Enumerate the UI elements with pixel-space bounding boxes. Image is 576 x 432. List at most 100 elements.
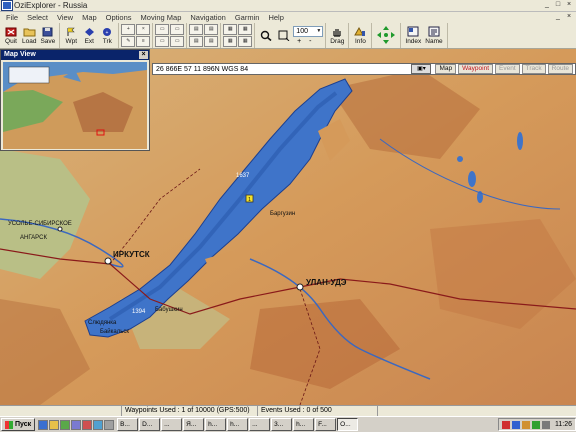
quit-button[interactable]: Quit bbox=[2, 23, 20, 48]
quick-launch-folder-icon[interactable] bbox=[49, 419, 60, 430]
taskbar: Пуск B... D... ... Я... h... h... ... 3.… bbox=[0, 416, 576, 432]
mode-track-button[interactable]: Track bbox=[521, 64, 546, 74]
menu-select[interactable]: Select bbox=[27, 13, 48, 22]
name-tools[interactable]: ▤ ▤ ▤ ▤ bbox=[189, 24, 219, 47]
mode-map-button[interactable]: Map bbox=[435, 64, 457, 74]
start-button[interactable]: Пуск bbox=[1, 418, 36, 431]
mode-waypoint-button[interactable]: Waypoint bbox=[458, 64, 493, 74]
ozi-window: { "window": { "title": "OziExplorer - Ru… bbox=[0, 0, 576, 432]
task-button[interactable]: ... bbox=[161, 418, 183, 431]
menu-navigation[interactable]: Navigation bbox=[190, 13, 225, 22]
save-button[interactable]: Save bbox=[38, 23, 57, 48]
route-edit-icon[interactable]: ✎ bbox=[121, 36, 136, 47]
route-add-icon[interactable]: + bbox=[121, 24, 136, 35]
layer-wpt-icon[interactable]: ▦ bbox=[223, 24, 238, 35]
move-arrows-button[interactable] bbox=[374, 23, 398, 48]
menu-map[interactable]: Map bbox=[82, 13, 97, 22]
drag-button[interactable]: Drag bbox=[328, 23, 346, 48]
quick-launch-app-icon[interactable] bbox=[71, 419, 82, 430]
clock[interactable]: 11:26 bbox=[555, 421, 572, 428]
quick-launch-app2-icon[interactable] bbox=[82, 419, 93, 430]
close-button[interactable]: × bbox=[564, 1, 574, 10]
track-clear-icon[interactable]: ▭ bbox=[170, 24, 185, 35]
menu-garmin[interactable]: Garmin bbox=[235, 13, 260, 22]
mode-route-button[interactable]: Route bbox=[547, 64, 573, 74]
quick-launch-ie-icon[interactable] bbox=[38, 419, 49, 430]
depth-label-2: 1637 bbox=[236, 173, 250, 179]
track-show-icon[interactable]: ▭ bbox=[155, 24, 170, 35]
trk-label: Trk bbox=[102, 38, 112, 45]
task-button-active[interactable]: O... bbox=[337, 418, 359, 431]
name-button[interactable]: Name bbox=[423, 23, 444, 48]
layer-tools[interactable]: ▦ ▦ ▦ ▦ bbox=[223, 24, 253, 47]
menu-view[interactable]: View bbox=[57, 13, 73, 22]
task-button[interactable]: Я... bbox=[183, 418, 205, 431]
layer-rte-icon[interactable]: ▦ bbox=[238, 36, 253, 47]
tray-keyboard-icon[interactable] bbox=[512, 420, 520, 429]
map-view-close-button[interactable]: × bbox=[139, 51, 148, 59]
layer-evt-icon[interactable]: ▦ bbox=[238, 24, 253, 35]
ozi-app-icon bbox=[1, 0, 13, 11]
name-list-icon[interactable]: ▤ bbox=[204, 36, 219, 47]
quick-launch-desktop-icon[interactable] bbox=[60, 419, 71, 430]
name-hide-icon[interactable]: ▤ bbox=[204, 24, 219, 35]
tray-app-icon[interactable] bbox=[522, 420, 530, 429]
folder-icon bbox=[23, 26, 36, 37]
task-button[interactable]: ... bbox=[249, 418, 271, 431]
start-label: Пуск bbox=[15, 421, 32, 428]
zoom-tool-button[interactable] bbox=[257, 23, 275, 48]
doc-close-button[interactable]: × bbox=[564, 13, 574, 22]
zoom-plus-minus[interactable]: +- bbox=[297, 38, 319, 45]
layer-trk-icon[interactable]: ▦ bbox=[223, 36, 238, 47]
route-list-icon[interactable]: ≡ bbox=[136, 36, 151, 47]
usolye-marker bbox=[57, 226, 63, 232]
task-button[interactable]: h... bbox=[205, 418, 227, 431]
events-used: Events Used : 0 of 500 bbox=[258, 406, 378, 416]
waypoint-button[interactable]: Wpt bbox=[62, 23, 80, 48]
name-icon bbox=[427, 26, 440, 37]
track-tools[interactable]: ▭ ▭ ▭ ▭ bbox=[155, 24, 185, 47]
doc-minimize-button[interactable]: _ bbox=[553, 13, 563, 22]
zoom-box: 100 +- bbox=[293, 26, 324, 45]
name-label: Name bbox=[425, 38, 443, 45]
event-button[interactable]: Ext bbox=[80, 23, 98, 48]
tray-antivirus-icon[interactable] bbox=[502, 420, 510, 429]
task-button[interactable]: h... bbox=[227, 418, 249, 431]
menu-help[interactable]: Help bbox=[268, 13, 283, 22]
menu-moving-map[interactable]: Moving Map bbox=[141, 13, 182, 22]
menu-options[interactable]: Options bbox=[106, 13, 132, 22]
tray-volume-icon[interactable] bbox=[542, 420, 550, 429]
overview-legend bbox=[8, 66, 50, 84]
menu-file[interactable]: File bbox=[6, 13, 18, 22]
quick-launch-app4-icon[interactable] bbox=[104, 419, 115, 430]
route-delete-icon[interactable]: × bbox=[136, 24, 151, 35]
route-tools[interactable]: + × ✎ ≡ bbox=[121, 24, 151, 47]
task-button[interactable]: D... bbox=[139, 418, 161, 431]
zoom-select-button[interactable] bbox=[275, 23, 293, 48]
window-title: OziExplorer - Russia bbox=[14, 1, 88, 10]
zoom-select[interactable]: 100 bbox=[293, 26, 324, 37]
task-button[interactable]: B... bbox=[117, 418, 139, 431]
map-view-overview[interactable] bbox=[3, 62, 147, 149]
mode-event-button[interactable]: Event bbox=[495, 64, 520, 74]
map-view-window[interactable]: Map View × bbox=[0, 49, 150, 151]
info-button[interactable]: Info bbox=[351, 23, 369, 48]
name-show-icon[interactable]: ▤ bbox=[189, 24, 204, 35]
task-button[interactable]: h... bbox=[293, 418, 315, 431]
task-button[interactable]: F... bbox=[315, 418, 337, 431]
load-button[interactable]: Load bbox=[20, 23, 38, 48]
tray-network-icon[interactable] bbox=[532, 420, 540, 429]
minimize-button[interactable]: _ bbox=[542, 1, 552, 10]
gps-toggle-icon[interactable]: ▣▾ bbox=[411, 64, 432, 74]
index-button[interactable]: Index bbox=[403, 23, 423, 48]
quick-launch-app3-icon[interactable] bbox=[93, 419, 104, 430]
track-icon: + bbox=[101, 26, 114, 37]
maximize-button[interactable]: □ bbox=[553, 1, 563, 10]
map-view-title-bar[interactable]: Map View × bbox=[1, 50, 149, 60]
task-button[interactable]: 3... bbox=[271, 418, 293, 431]
track-button[interactable]: + Trk bbox=[98, 23, 116, 48]
title-bar: OziExplorer - Russia _ □ × bbox=[0, 0, 576, 12]
track-save-icon[interactable]: ▭ bbox=[155, 36, 170, 47]
track-load-icon[interactable]: ▭ bbox=[170, 36, 185, 47]
name-edit-icon[interactable]: ▤ bbox=[189, 36, 204, 47]
